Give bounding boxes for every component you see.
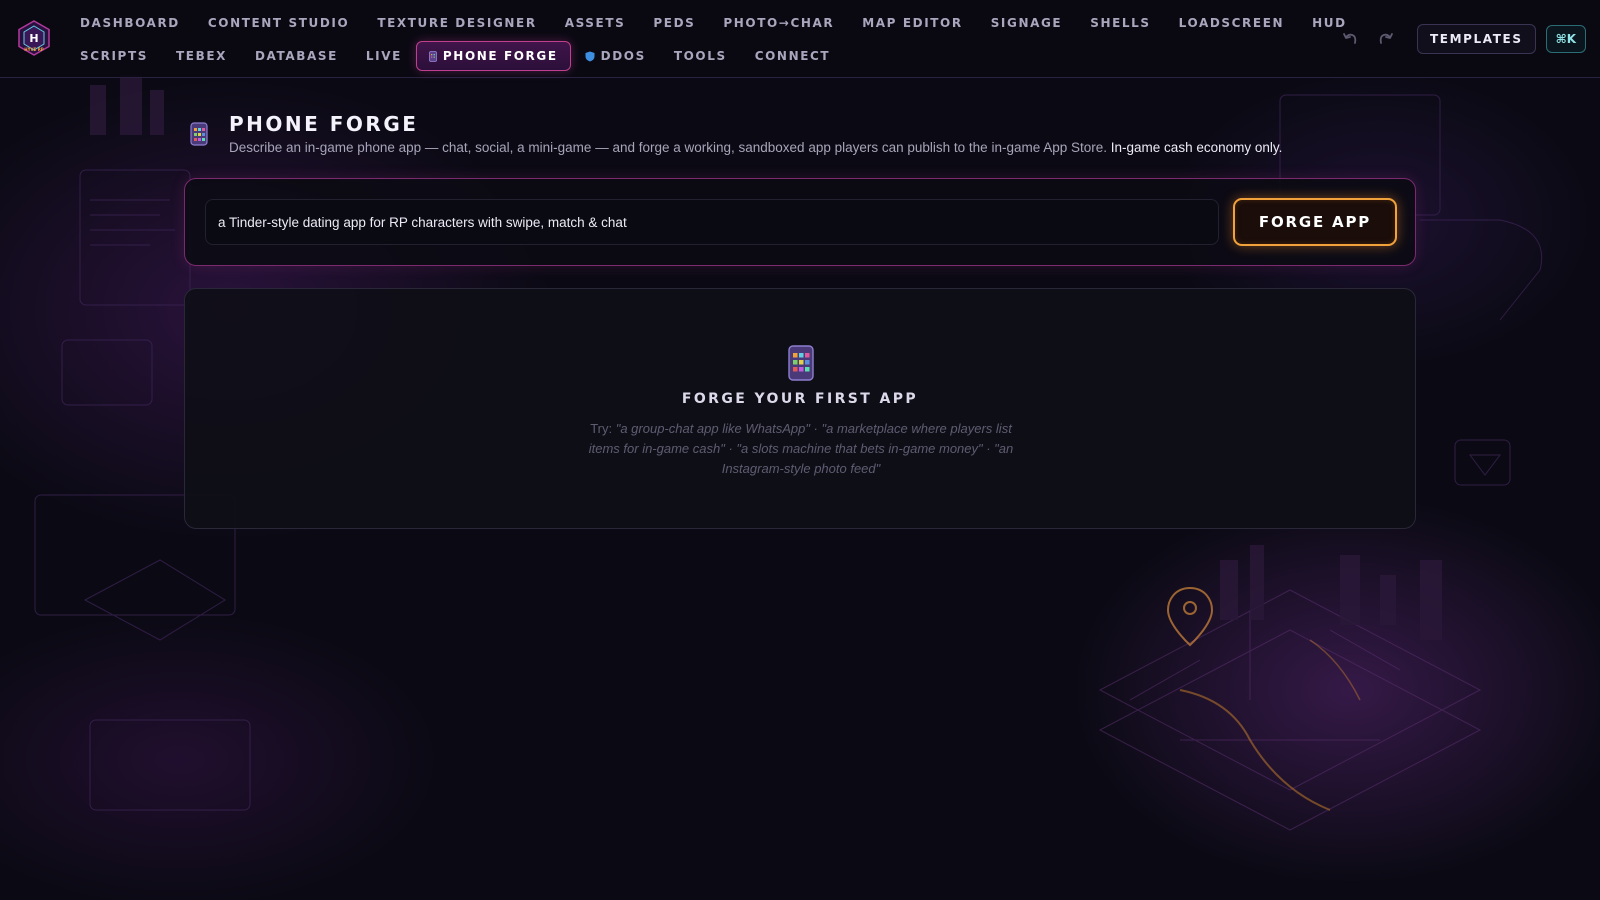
nav-item-connect[interactable]: CONNECT	[741, 43, 844, 69]
nav-item-dashboard[interactable]: DASHBOARD	[66, 10, 194, 36]
templates-button[interactable]: TEMPLATES	[1417, 24, 1536, 54]
nav-row-secondary: SCRIPTS TEBEX DATABASE LIVE PHONE FORGE …	[66, 41, 844, 71]
undo-icon[interactable]	[1337, 26, 1363, 52]
phone-icon	[190, 122, 208, 146]
top-navigation: H HYVE RP DASHBOARD CONTENT STUDIO TEXTU…	[0, 0, 1600, 78]
page-title: PHONE FORGE	[229, 112, 419, 136]
nav-item-ddos[interactable]: DDOS	[571, 43, 660, 69]
nav-item-shells[interactable]: SHELLS	[1076, 10, 1164, 36]
nav-item-tebex[interactable]: TEBEX	[162, 43, 241, 69]
nav-item-loadscreen[interactable]: LOADSCREEN	[1165, 10, 1298, 36]
description-text: Describe an in-game phone app — chat, so…	[229, 140, 1108, 155]
nav-item-live[interactable]: LIVE	[352, 43, 416, 69]
phone-icon	[788, 345, 814, 381]
nav-item-content-studio[interactable]: CONTENT STUDIO	[194, 10, 363, 36]
shield-icon	[585, 51, 595, 61]
app-description-input[interactable]	[205, 199, 1219, 245]
nav-item-photo-char[interactable]: PHOTO→CHAR	[709, 10, 848, 36]
try-label: Try:	[590, 421, 613, 436]
nav-item-label: DDOS	[600, 49, 646, 63]
nav-item-peds[interactable]: PEDS	[639, 10, 709, 36]
nav-row-primary: DASHBOARD CONTENT STUDIO TEXTURE DESIGNE…	[66, 10, 1361, 36]
svg-text:H: H	[29, 32, 38, 45]
nav-item-database[interactable]: DATABASE	[241, 43, 352, 69]
nav-item-map-editor[interactable]: MAP EDITOR	[848, 10, 976, 36]
redo-icon[interactable]	[1373, 26, 1399, 52]
page-description: Describe an in-game phone app — chat, so…	[229, 140, 1282, 155]
nav-item-scripts[interactable]: SCRIPTS	[66, 43, 162, 69]
svg-text:HYVE RP: HYVE RP	[24, 47, 44, 52]
nav-item-signage[interactable]: SIGNAGE	[977, 10, 1077, 36]
example-prompts: "a group-chat app like WhatsApp" · "a ma…	[588, 421, 1014, 476]
prompt-panel: FORGE APP	[184, 178, 1416, 266]
nav-item-phone-forge[interactable]: PHONE FORGE	[415, 41, 571, 71]
empty-state-hint: Try: "a group-chat app like WhatsApp" · …	[575, 419, 1027, 479]
phone-icon	[429, 50, 437, 62]
toolbar-actions: TEMPLATES ⌘K	[1337, 24, 1586, 54]
nav-item-assets[interactable]: ASSETS	[551, 10, 640, 36]
nav-item-label: PHONE FORGE	[442, 49, 558, 63]
forge-app-button[interactable]: FORGE APP	[1233, 198, 1397, 246]
description-emphasis: In-game cash economy only.	[1110, 140, 1283, 155]
brand-logo[interactable]: H HYVE RP	[16, 20, 52, 56]
empty-state-title: FORGE YOUR FIRST APP	[681, 391, 919, 407]
empty-state-card: FORGE YOUR FIRST APP Try: "a group-chat …	[184, 288, 1416, 529]
command-palette-button[interactable]: ⌘K	[1545, 25, 1586, 53]
nav-item-tools[interactable]: TOOLS	[660, 43, 741, 69]
nav-item-texture-designer[interactable]: TEXTURE DESIGNER	[363, 10, 550, 36]
